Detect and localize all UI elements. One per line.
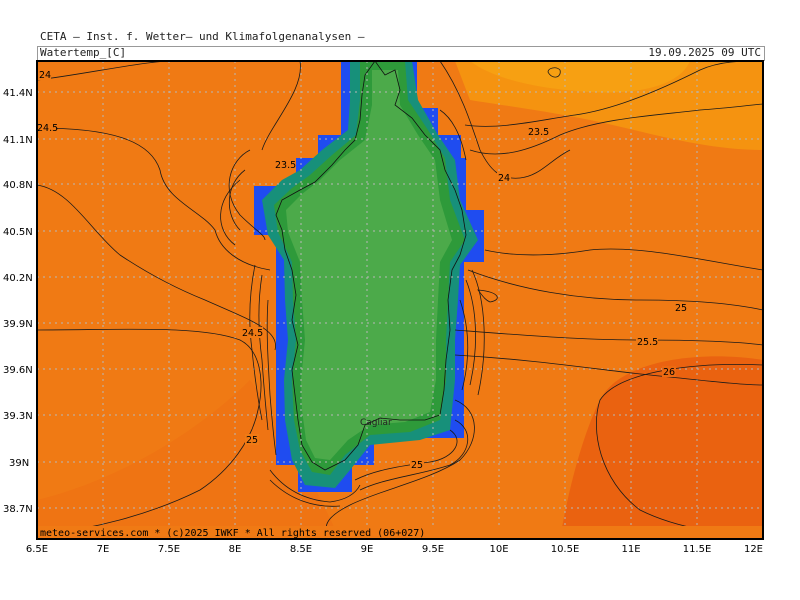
lon-tick: 11.5E	[683, 544, 712, 555]
map-field: 24 24.5 23.5 24 23.5 24.5 25 25 25 25.5 …	[37, 61, 763, 539]
copyright-footer: meteo-services.com * (c)2025 IWKF * All …	[40, 528, 425, 539]
contour-label: 26	[663, 367, 675, 378]
contour-label: 25.5	[637, 337, 658, 348]
lon-tick: 9E	[361, 544, 374, 555]
lat-axis: 41.4N 41.1N 40.8N 40.5N 40.2N 39.9N 39.6…	[3, 88, 33, 515]
lon-tick: 9.5E	[422, 544, 444, 555]
lon-tick: 6.5E	[26, 544, 48, 555]
contour-label: 24	[498, 173, 510, 184]
lon-tick: 7.5E	[158, 544, 180, 555]
contour-label: 23.5	[275, 160, 296, 171]
contour-label: 25	[675, 303, 687, 314]
lat-tick: 39.9N	[3, 319, 33, 330]
lat-tick: 38.7N	[3, 504, 33, 515]
lat-tick: 40.5N	[3, 227, 33, 238]
map-canvas: 24 24.5 23.5 24 23.5 24.5 25 25 25 25.5 …	[3, 60, 764, 555]
contour-label: 24.5	[242, 328, 263, 339]
lat-tick: 39.6N	[3, 365, 33, 376]
contour-label: 24	[39, 70, 51, 81]
lon-tick: 7E	[97, 544, 110, 555]
lat-tick: 40.2N	[3, 273, 33, 284]
lon-tick: 8E	[229, 544, 242, 555]
lat-tick: 39.3N	[3, 411, 33, 422]
contour-label: 25	[246, 435, 258, 446]
contour-label: 23.5	[528, 127, 549, 138]
lon-tick: 10E	[489, 544, 508, 555]
lat-tick: 40.8N	[3, 180, 33, 191]
contour-label: 24.5	[37, 123, 58, 134]
lon-axis: 6.5E 7E 7.5E 8E 8.5E 9E 9.5E 10E 10.5E 1…	[26, 544, 763, 555]
lat-tick: 39N	[9, 458, 29, 469]
contour-label: 25	[411, 460, 423, 471]
lon-tick: 11E	[621, 544, 640, 555]
lat-tick: 41.4N	[3, 88, 33, 99]
lon-tick: 8.5E	[290, 544, 312, 555]
place-label-cagliari: Cagliar	[360, 418, 392, 428]
lon-tick: 12E	[744, 544, 763, 555]
lat-tick: 41.1N	[3, 135, 33, 146]
lon-tick: 10.5E	[551, 544, 580, 555]
